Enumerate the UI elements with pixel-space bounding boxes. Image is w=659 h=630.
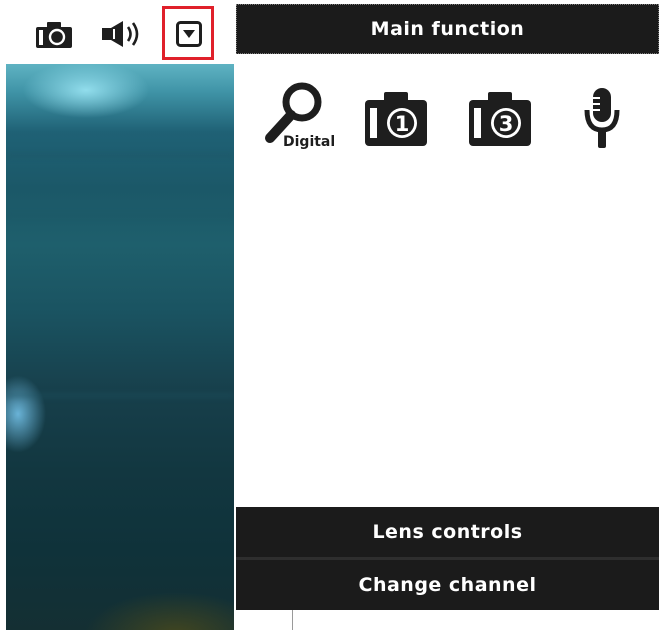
video-preview[interactable] [6, 64, 234, 630]
main-function-panel: Digital 1 3 [236, 56, 659, 506]
change-channel-bar[interactable]: Change channel [236, 560, 659, 610]
lens-controls-bar[interactable]: Lens controls [236, 507, 659, 557]
video-blur-band [6, 394, 234, 397]
digital-zoom-label: Digital [283, 134, 335, 150]
camera-icon[interactable] [36, 20, 72, 48]
digital-zoom-icon[interactable]: Digital [262, 80, 340, 156]
main-function-header[interactable]: Main function [236, 4, 659, 54]
video-blur-band [6, 154, 234, 157]
camera-viewer-window: Main function Digital 1 3 Lens controls … [0, 0, 659, 630]
divider-line [292, 610, 293, 630]
snapshot-3-icon[interactable]: 3 [468, 86, 532, 148]
microphone-icon[interactable] [582, 86, 622, 150]
video-blur-band [6, 214, 234, 217]
snapshot-3-number: 3 [499, 112, 514, 136]
snapshot-1-icon[interactable]: 1 [364, 86, 428, 148]
snapshot-1-number: 1 [395, 112, 410, 136]
dropdown-arrow-icon[interactable] [176, 21, 202, 47]
view-toolbar [0, 0, 234, 64]
speaker-icon[interactable] [102, 20, 142, 48]
